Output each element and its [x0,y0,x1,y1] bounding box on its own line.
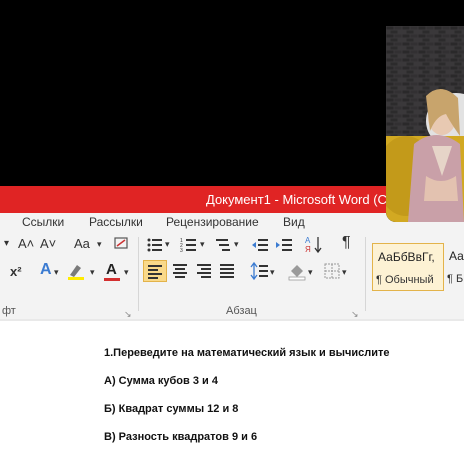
paragraph-group-label: Абзац [226,305,257,317]
style-normal-sample: АаБбВвГг, [378,250,435,264]
superscript-button[interactable]: x² [10,263,22,281]
document-line: Б) Квадрат суммы 12 и 8 [104,403,239,415]
change-case-dropdown-icon[interactable]: ▾ [97,235,102,253]
shading-icon[interactable] [287,261,307,281]
line-spacing-dropdown-icon[interactable]: ▾ [270,263,275,281]
tab-references[interactable]: Ссылки [22,215,64,229]
word-window: Документ1 - Microsoft Word (Сб Ссылки Ра… [0,186,464,464]
svg-text:3: 3 [180,248,183,253]
group-separator [138,237,139,311]
bullets-dropdown-icon[interactable]: ▾ [165,235,170,253]
tab-mailings[interactable]: Рассылки [89,215,143,229]
clear-formatting-icon[interactable] [112,235,132,253]
font-color-swatch [104,278,120,281]
group-separator [365,237,366,311]
text-effects-dropdown-icon[interactable]: ▾ [54,263,59,281]
svg-text:Я: Я [305,245,311,254]
shrink-font-button[interactable]: A˅ [40,235,56,253]
increase-indent-icon[interactable] [276,237,294,253]
style-no-spacing[interactable]: Аа ¶ Б [446,243,464,291]
style-no-spacing-name: ¶ Б [447,273,464,285]
justify-icon[interactable] [217,261,237,281]
align-left-button[interactable] [143,260,167,282]
window-title: Документ1 - Microsoft Word (Сб [206,192,395,207]
numbering-dropdown-icon[interactable]: ▾ [200,235,205,253]
document-area: 1.Переведите на математический язык и вы… [0,319,464,464]
line-spacing-icon[interactable] [250,261,270,281]
document-line: В) Разность квадратов 9 и 6 [104,431,258,443]
webcam-overlay [386,26,464,222]
shading-dropdown-icon[interactable]: ▾ [308,263,313,281]
font-group-label: фт [2,305,16,317]
show-formatting-marks-button[interactable]: ¶ [342,234,351,252]
document-page[interactable]: 1.Переведите на математический язык и вы… [0,321,464,464]
presenter-photo [386,26,464,222]
style-no-spacing-sample: Аа [449,249,464,263]
svg-text:A: A [305,236,311,245]
grow-font-button[interactable]: A˄ [18,235,34,253]
document-line: 1.Переведите на математический язык и вы… [104,347,390,359]
decrease-indent-icon[interactable] [252,237,270,253]
text-effects-icon[interactable]: A [40,261,52,279]
style-normal[interactable]: АаБбВвГг, ¶ Обычный [372,243,444,291]
borders-icon[interactable] [322,261,342,281]
style-normal-name: ¶ Обычный [376,274,434,286]
font-size-dropdown-icon[interactable]: ▾ [4,235,9,253]
tab-view[interactable]: Вид [283,215,305,229]
multilevel-list-dropdown-icon[interactable]: ▾ [234,235,239,253]
font-color-dropdown-icon[interactable]: ▾ [124,263,129,281]
align-left-icon [148,265,162,279]
highlight-dropdown-icon[interactable]: ▾ [90,263,95,281]
borders-dropdown-icon[interactable]: ▾ [342,263,347,281]
ribbon: ▾ A˄ A˅ Aa ▾ x² A ▾ ▾ A ▾ ▾ 1 2 3 ▾ ▾ A … [0,233,464,320]
tab-review[interactable]: Рецензирование [166,215,259,229]
font-color-button[interactable]: A [106,261,117,279]
sort-icon[interactable]: A Я [305,235,323,255]
change-case-button[interactable]: Aa [74,235,90,253]
bullets-icon[interactable] [146,237,164,253]
multilevel-list-icon[interactable] [214,237,232,253]
align-center-icon[interactable] [170,261,190,281]
numbering-icon[interactable]: 1 2 3 [180,237,198,253]
document-line: А) Сумма кубов 3 и 4 [104,375,218,387]
align-right-icon[interactable] [194,261,214,281]
highlight-icon[interactable] [66,261,88,281]
